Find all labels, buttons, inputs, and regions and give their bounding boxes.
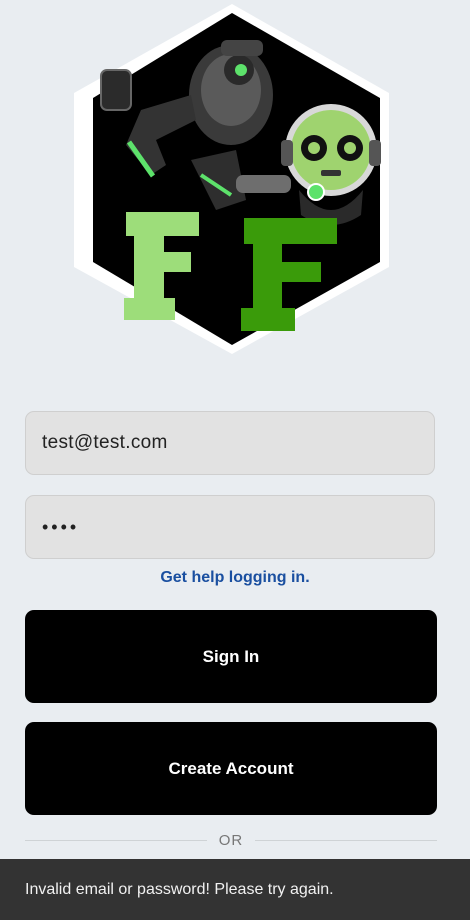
email-field[interactable] <box>25 411 435 475</box>
or-label: OR <box>218 831 244 849</box>
get-help-link[interactable]: Get help logging in. <box>0 569 470 587</box>
divider-line-left <box>25 839 207 841</box>
create-account-button[interactable]: Create Account <box>25 722 437 815</box>
password-field[interactable] <box>25 495 435 559</box>
error-snackbar: Invalid email or password! Please try ag… <box>0 859 470 920</box>
ff-robots-logo <box>74 4 389 354</box>
snackbar-message: Invalid email or password! Please try ag… <box>25 880 334 898</box>
sign-in-button[interactable]: Sign In <box>25 610 437 703</box>
password-input[interactable] <box>40 515 420 539</box>
or-divider: OR <box>25 829 437 851</box>
email-input[interactable] <box>40 431 420 455</box>
divider-line-right <box>255 839 437 841</box>
